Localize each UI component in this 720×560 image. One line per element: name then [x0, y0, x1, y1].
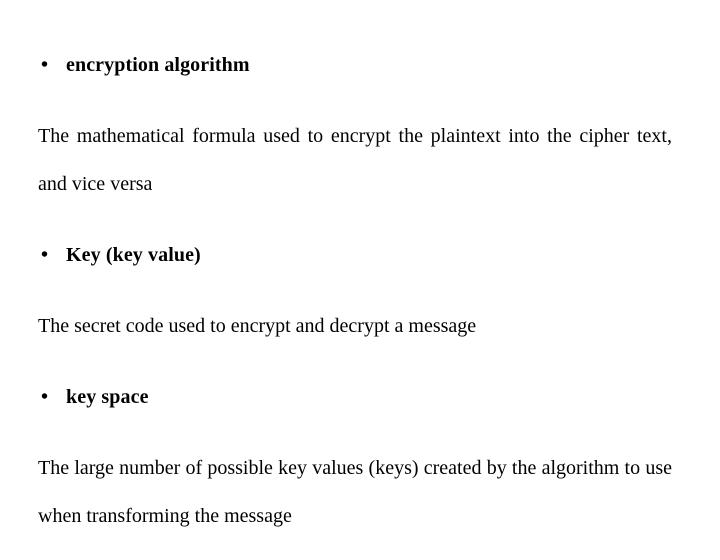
bullet-point-icon: • [41, 54, 49, 76]
bullet-label-key: Key (key value) [66, 244, 201, 266]
bullet-point-icon: • [41, 244, 49, 266]
definition-encryption-algorithm: The mathematical formula used to encrypt… [38, 125, 672, 195]
bullet-item-key: • Key (key value) [38, 234, 672, 276]
bullet-label-key-space: key space [66, 386, 149, 408]
definition-key: The secret code used to encrypt and decr… [38, 315, 477, 337]
bullet-label-encryption-algorithm: encryption algorithm [66, 54, 250, 76]
bullet-item-key-space: • key space [38, 376, 672, 418]
definition-key-space: The large number of possible key values … [38, 457, 672, 527]
slide-canvas: • encryption algorithm The mathematical … [0, 0, 720, 540]
bullet-point-icon: • [41, 386, 49, 408]
bullet-item-encryption-algorithm: • encryption algorithm [38, 44, 672, 86]
slide-content-body: • encryption algorithm The mathematical … [38, 44, 672, 560]
